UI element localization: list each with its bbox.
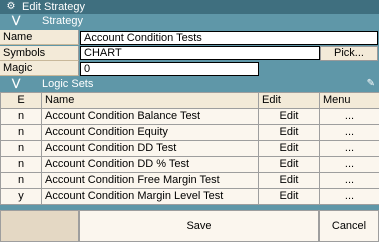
- enabled-cell[interactable]: n: [0, 108, 42, 125]
- column-header-edit[interactable]: Edit: [258, 92, 320, 109]
- enabled-cell[interactable]: n: [0, 156, 42, 173]
- edit-button[interactable]: Edit: [258, 124, 320, 141]
- edit-button[interactable]: Edit: [258, 108, 320, 125]
- edit-button[interactable]: Edit: [258, 156, 320, 173]
- table-row[interactable]: y Account Condition Margin Level Test Ed…: [0, 188, 379, 205]
- column-header-name[interactable]: Name: [41, 92, 259, 109]
- menu-button[interactable]: ...: [319, 172, 379, 189]
- enabled-cell[interactable]: n: [0, 124, 42, 141]
- name-field[interactable]: Account Condition Tests: [80, 31, 378, 45]
- gear-icon[interactable]: ⚙: [4, 1, 18, 13]
- pick-button[interactable]: Pick...: [320, 46, 378, 61]
- edit-button[interactable]: Edit: [258, 172, 320, 189]
- footer-spacer: [0, 210, 79, 242]
- enabled-cell[interactable]: n: [0, 140, 42, 157]
- menu-button[interactable]: ...: [319, 140, 379, 157]
- logic-sets-title: Logic Sets: [42, 78, 94, 90]
- pencil-icon[interactable]: ✎: [367, 78, 375, 90]
- magic-field[interactable]: 0: [80, 62, 259, 76]
- logic-sets-table: E Name Edit Menu n Account Condition Bal…: [0, 92, 379, 205]
- logic-set-name[interactable]: Account Condition DD % Test: [41, 156, 259, 173]
- strategy-section-title: Strategy: [42, 15, 83, 27]
- logic-set-name[interactable]: Account Condition Free Margin Test: [41, 172, 259, 189]
- save-button[interactable]: Save: [79, 210, 319, 242]
- enabled-cell[interactable]: n: [0, 172, 42, 189]
- table-row[interactable]: n Account Condition DD % Test Edit ...: [0, 156, 379, 173]
- logic-sets-header[interactable]: ⋁ Logic Sets ✎: [0, 77, 379, 91]
- table-row[interactable]: n Account Condition Free Margin Test Edi…: [0, 172, 379, 189]
- menu-button[interactable]: ...: [319, 124, 379, 141]
- logic-set-name[interactable]: Account Condition DD Test: [41, 140, 259, 157]
- menu-button[interactable]: ...: [319, 188, 379, 205]
- table-row[interactable]: n Account Condition Equity Edit ...: [0, 124, 379, 141]
- logic-set-name[interactable]: Account Condition Margin Level Test: [41, 188, 259, 205]
- table-header-row: E Name Edit Menu: [0, 92, 379, 109]
- menu-button[interactable]: ...: [319, 108, 379, 125]
- logic-set-name[interactable]: Account Condition Equity: [41, 124, 259, 141]
- edit-button[interactable]: Edit: [258, 140, 320, 157]
- cancel-button[interactable]: Cancel: [319, 210, 379, 242]
- title-bar: ⚙ Edit Strategy: [0, 0, 379, 14]
- logic-set-name[interactable]: Account Condition Balance Test: [41, 108, 259, 125]
- chevron-down-icon[interactable]: ⋁: [12, 77, 20, 91]
- enabled-cell[interactable]: y: [0, 188, 42, 205]
- window-title: Edit Strategy: [22, 1, 85, 13]
- edit-button[interactable]: Edit: [258, 188, 320, 205]
- table-row[interactable]: n Account Condition DD Test Edit ...: [0, 140, 379, 157]
- chevron-down-icon[interactable]: ⋁: [12, 14, 20, 28]
- menu-button[interactable]: ...: [319, 156, 379, 173]
- column-header-e[interactable]: E: [0, 92, 42, 109]
- symbols-label: Symbols: [0, 46, 79, 61]
- magic-label: Magic: [0, 61, 79, 76]
- strategy-section-header[interactable]: ⋁ Strategy: [0, 14, 379, 28]
- name-label: Name: [0, 30, 79, 45]
- table-row[interactable]: n Account Condition Balance Test Edit ..…: [0, 108, 379, 125]
- column-header-menu[interactable]: Menu: [319, 92, 379, 109]
- symbols-field[interactable]: CHART: [80, 46, 320, 60]
